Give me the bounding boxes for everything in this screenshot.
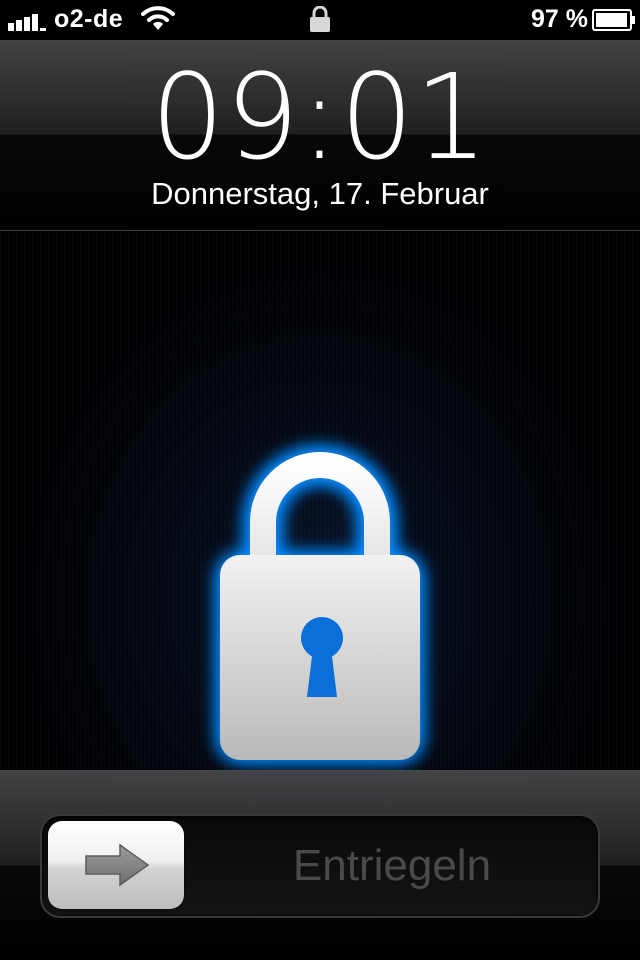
padlock-icon bbox=[219, 449, 421, 760]
signal-bars-icon bbox=[8, 14, 46, 31]
unlock-slider-track[interactable]: Entriegeln bbox=[40, 814, 600, 918]
lock-screen: o2-de 97 % 09:01 Donnerstag, 17. Februar bbox=[0, 0, 640, 960]
clock-date: Donnerstag, 17. Februar bbox=[151, 176, 489, 211]
unlock-slider-label: Entriegeln bbox=[292, 841, 492, 890]
status-bar: o2-de 97 % bbox=[0, 0, 640, 40]
clock-time: 09:01 bbox=[150, 48, 490, 186]
battery-percentage: 97 % bbox=[531, 5, 588, 33]
carrier-name: o2-de bbox=[54, 5, 124, 33]
unlock-slider-panel: Entriegeln bbox=[0, 770, 640, 960]
arrow-right-icon bbox=[85, 843, 150, 887]
unlock-slider-knob[interactable] bbox=[48, 821, 184, 909]
clock-panel: 09:01 Donnerstag, 17. Februar bbox=[0, 40, 640, 231]
battery-icon bbox=[592, 9, 635, 31]
wifi-icon bbox=[141, 6, 175, 30]
lock-icon bbox=[310, 6, 330, 32]
